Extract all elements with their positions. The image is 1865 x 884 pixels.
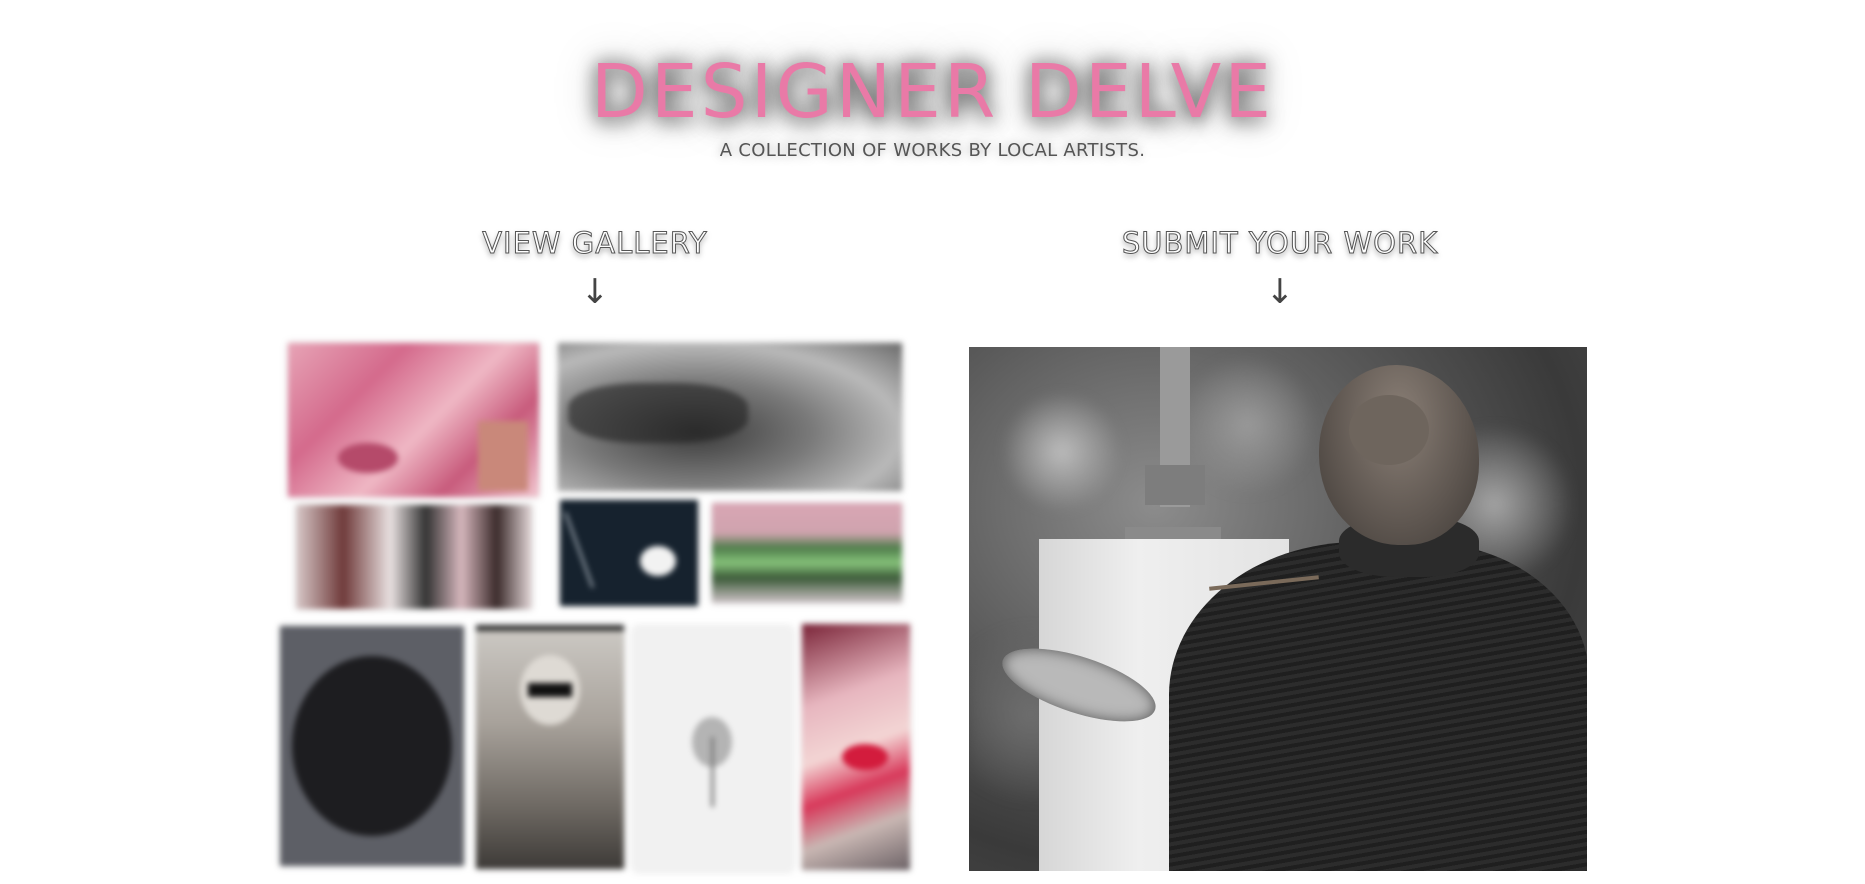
artwork-thumbnail (712, 503, 902, 603)
view-gallery-link[interactable]: VIEW GALLERY (395, 226, 795, 261)
artwork-thumbnail (296, 505, 532, 609)
arrow-down-icon: ↓ (580, 272, 610, 312)
site-title: DESIGNER DELVE (590, 49, 1275, 135)
site-subtitle: A COLLECTION OF WORKS BY LOCAL ARTISTS. (719, 140, 1146, 161)
submit-work-link[interactable]: SUBMIT YOUR WORK (1080, 226, 1480, 261)
artist-painting-photo[interactable] (969, 347, 1587, 871)
artwork-thumbnail (560, 500, 698, 606)
artwork-thumbnail (476, 625, 624, 869)
artwork-thumbnail (280, 626, 464, 866)
artwork-thumbnail (288, 343, 539, 497)
artwork-thumbnail (802, 624, 910, 870)
artwork-thumbnail (558, 343, 902, 491)
gallery-collage-image[interactable] (276, 343, 910, 875)
arrow-down-icon: ↓ (1265, 272, 1295, 312)
artwork-thumbnail (634, 627, 792, 871)
landing-page: DESIGNER DELVE A COLLECTION OF WORKS BY … (0, 0, 1865, 884)
